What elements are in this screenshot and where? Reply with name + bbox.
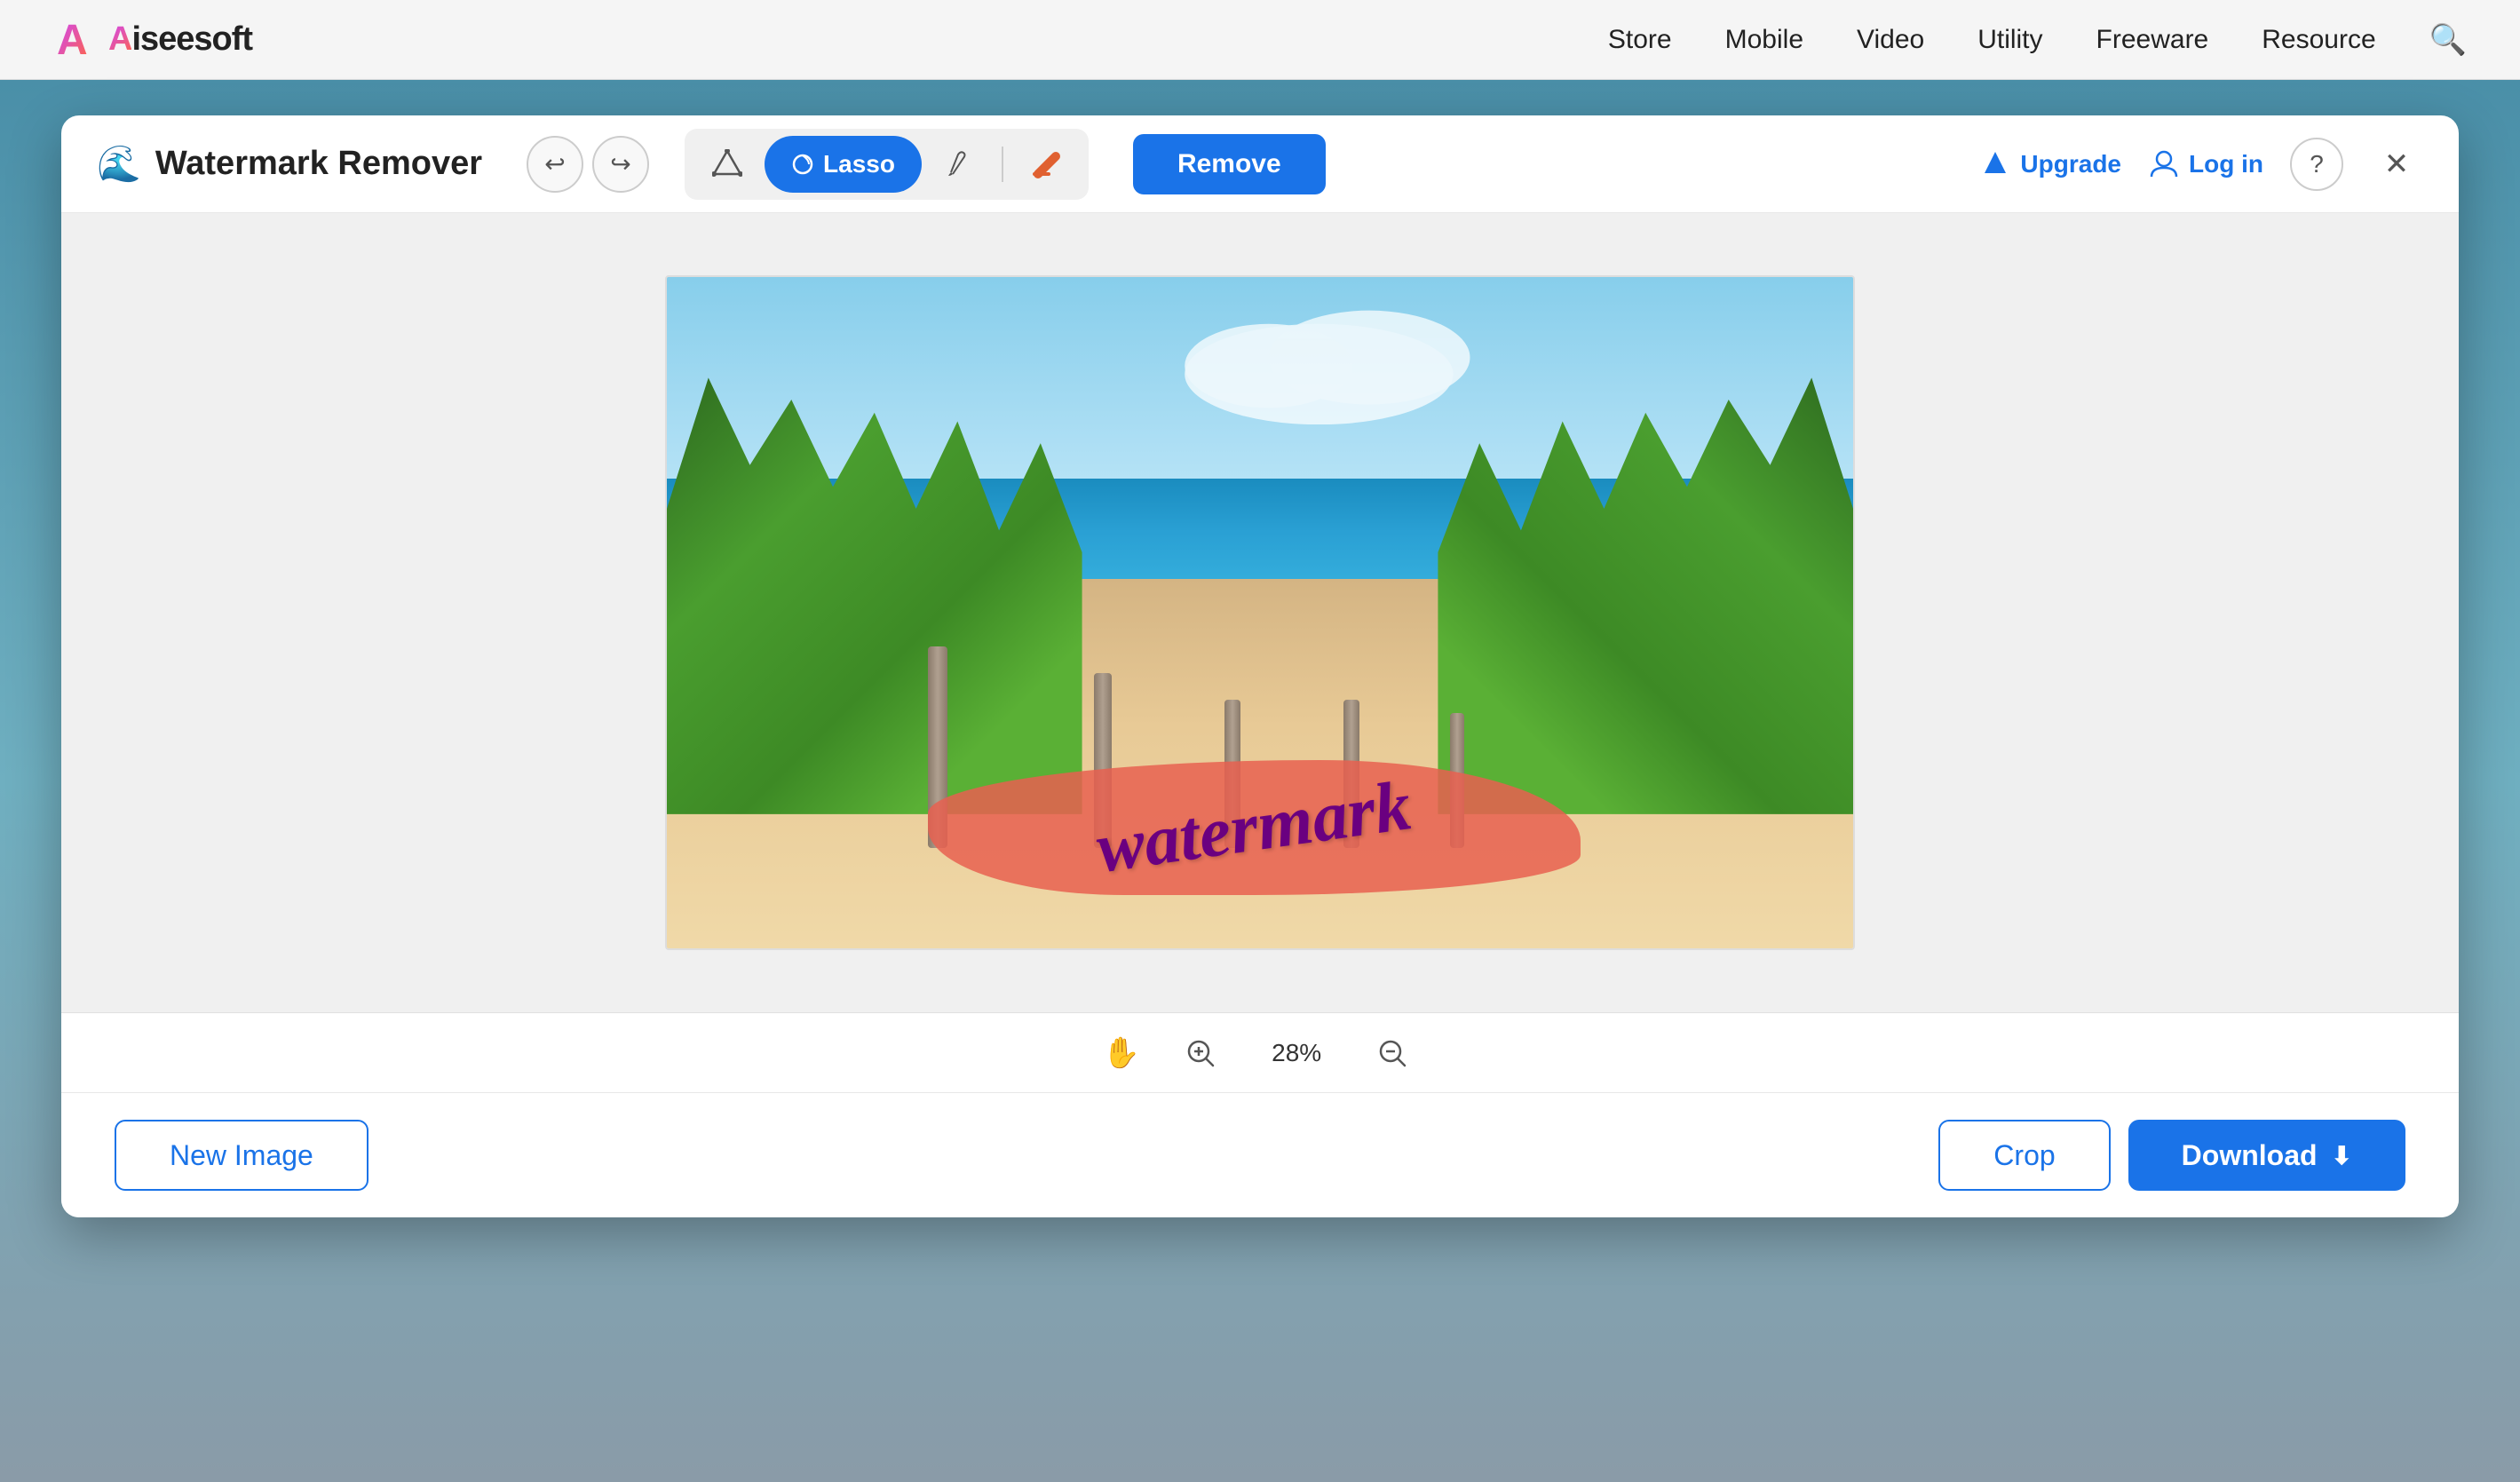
zoom-out-icon — [1376, 1037, 1408, 1069]
nav-mobile[interactable]: Mobile — [1725, 25, 1803, 55]
eraser-tool-button[interactable] — [1018, 136, 1074, 193]
crop-button[interactable]: Crop — [1938, 1120, 2110, 1191]
undo-redo-area: ↩ ↪ — [527, 136, 649, 193]
nav-resource[interactable]: Resource — [2262, 25, 2375, 55]
zoom-in-button[interactable] — [1176, 1028, 1225, 1078]
remove-button[interactable]: Remove — [1133, 134, 1326, 194]
upgrade-label: Upgrade — [2020, 150, 2121, 178]
redo-button[interactable]: ↪ — [592, 136, 649, 193]
brush-tool-button[interactable] — [931, 136, 987, 193]
logo-text: Aiseesoft — [108, 20, 252, 59]
zoom-in-icon — [1185, 1037, 1216, 1069]
beach-scene: watermark — [667, 277, 1853, 948]
user-icon — [2148, 148, 2180, 180]
search-icon[interactable]: 🔍 — [2429, 22, 2467, 58]
canvas-area: watermark — [61, 213, 2459, 1012]
canvas-bottom-bar: ✋ 28% — [61, 1012, 2459, 1092]
help-button[interactable]: ? — [2290, 138, 2343, 191]
upgrade-button[interactable]: Upgrade — [1979, 148, 2121, 180]
nav-freeware[interactable]: Freeware — [2096, 25, 2209, 55]
svg-text:A: A — [57, 17, 88, 63]
image-container: watermark — [665, 275, 1855, 950]
zoom-out-button[interactable] — [1367, 1028, 1417, 1078]
clouds-svg — [1141, 290, 1497, 424]
nav-store[interactable]: Store — [1608, 25, 1672, 55]
nav-video[interactable]: Video — [1857, 25, 1924, 55]
download-label: Download — [2182, 1139, 2318, 1172]
login-label: Log in — [2189, 150, 2263, 178]
tool-window: 🌊 Watermark Remover ↩ ↪ — [61, 115, 2459, 1217]
tool-header: 🌊 Watermark Remover ↩ ↪ — [61, 115, 2459, 213]
watermark-remover-icon: 🌊 — [97, 143, 141, 185]
drawing-toolbar: Lasso — [685, 129, 1089, 200]
zoom-level-display: 28% — [1261, 1039, 1332, 1067]
new-image-button[interactable]: New Image — [115, 1120, 368, 1191]
logo: A Aiseesoft — [53, 17, 252, 63]
lasso-label: Lasso — [823, 150, 895, 178]
watermark-overlay: watermark — [928, 760, 1581, 894]
hand-tool-icon[interactable]: ✋ — [1103, 1035, 1140, 1071]
upgrade-icon — [1979, 148, 2011, 180]
download-button[interactable]: Download ⬇ — [2128, 1120, 2405, 1191]
polygon-icon — [712, 149, 742, 179]
undo-button[interactable]: ↩ — [527, 136, 583, 193]
download-icon: ⬇ — [2332, 1141, 2352, 1170]
login-button[interactable]: Log in — [2148, 148, 2263, 180]
tool-title-area: 🌊 Watermark Remover — [97, 143, 482, 185]
footer-actions: New Image Crop Download ⬇ — [61, 1092, 2459, 1217]
eraser-icon — [1031, 149, 1061, 179]
nav-links: Store Mobile Video Utility Freeware Reso… — [1608, 22, 2467, 58]
logo-icon: A — [53, 17, 99, 63]
toolbar-divider — [1002, 147, 1003, 182]
header-right: Upgrade Log in ? ✕ — [1979, 138, 2423, 191]
lasso-icon — [791, 153, 814, 176]
close-button[interactable]: ✕ — [2370, 138, 2423, 191]
tool-title: Watermark Remover — [155, 145, 482, 183]
footer-right-buttons: Crop Download ⬇ — [1938, 1120, 2405, 1191]
lasso-tool-button[interactable]: Lasso — [765, 136, 922, 193]
nav-utility[interactable]: Utility — [1977, 25, 2042, 55]
brush-icon — [944, 149, 974, 179]
nav-bar: A Aiseesoft Store Mobile Video Utility F… — [0, 0, 2520, 80]
polygon-tool-button[interactable] — [699, 136, 756, 193]
